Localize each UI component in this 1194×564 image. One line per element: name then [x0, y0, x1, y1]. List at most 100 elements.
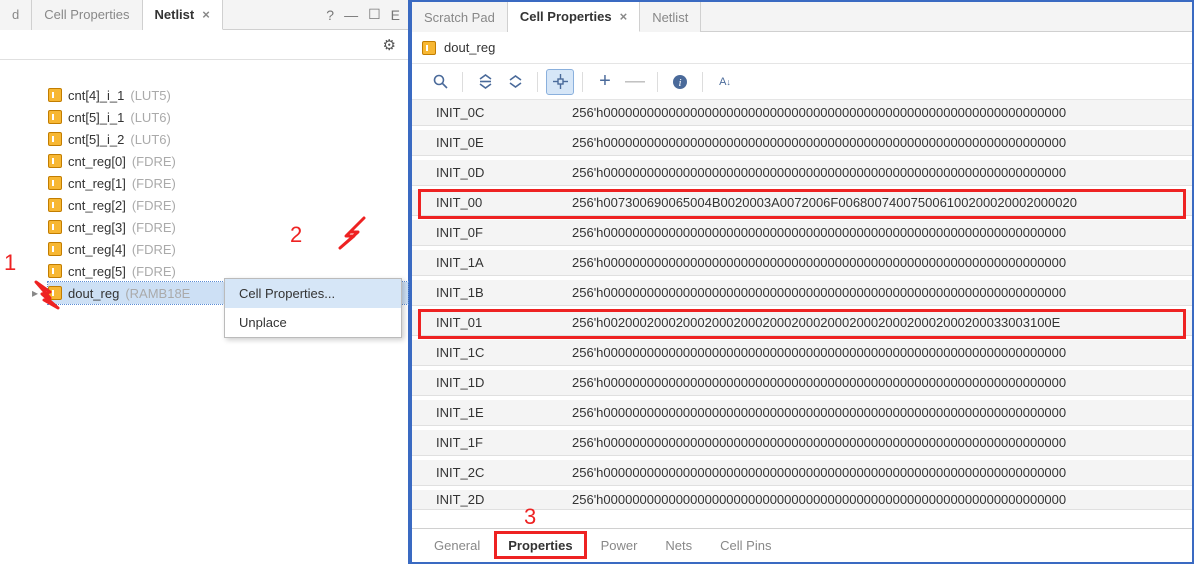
bottom-tab-general[interactable]: General: [422, 532, 492, 559]
left-tabbar: d Cell Properties Netlist × ? — ☐ E: [0, 0, 408, 30]
property-key: INIT_1C: [412, 340, 562, 366]
close-icon[interactable]: ×: [202, 7, 210, 22]
cell-icon: [48, 242, 62, 256]
property-key: INIT_00: [412, 190, 562, 216]
property-key: INIT_0D: [412, 160, 562, 186]
tab-cell-properties[interactable]: Cell Properties ×: [508, 2, 640, 32]
tree-item[interactable]: cnt[4]_i_1 (LUT5): [48, 84, 408, 106]
property-row[interactable]: INIT_00256'h007300690065004B0020003A0072…: [412, 190, 1192, 220]
menu-item-cell-properties[interactable]: Cell Properties...: [225, 279, 401, 308]
cell-icon: [48, 110, 62, 124]
maximize-icon[interactable]: ☐: [368, 6, 381, 23]
search-icon[interactable]: [426, 69, 454, 95]
cell-icon: [48, 220, 62, 234]
tree-item[interactable]: cnt[5]_i_1(LUT6): [48, 106, 408, 128]
property-row[interactable]: INIT_1C256'h0000000000000000000000000000…: [412, 340, 1192, 370]
property-row[interactable]: INIT_1A256'h0000000000000000000000000000…: [412, 250, 1192, 280]
property-key: INIT_01: [412, 310, 562, 336]
property-value[interactable]: 256'h00000000000000000000000000000000000…: [562, 130, 1192, 156]
tree-item-type: (FDRE): [132, 242, 176, 257]
collapse-all-icon[interactable]: [471, 69, 499, 95]
property-value[interactable]: 256'h00000000000000000000000000000000000…: [562, 400, 1192, 426]
property-value[interactable]: 256'h00000000000000000000000000000000000…: [562, 370, 1192, 396]
app-root: d Cell Properties Netlist × ? — ☐ E ⚙ cn…: [0, 0, 1194, 564]
divider: [582, 72, 583, 92]
property-value[interactable]: 256'h00000000000000000000000000000000000…: [562, 340, 1192, 366]
property-value[interactable]: 256'h007300690065004B0020003A0072006F006…: [562, 190, 1192, 216]
property-row[interactable]: INIT_2C256'h0000000000000000000000000000…: [412, 460, 1192, 490]
annotation-3: 3: [524, 504, 536, 528]
property-value[interactable]: 256'h00200020002000200020002000200020002…: [562, 310, 1192, 336]
tree-item-name: cnt_reg[1]: [68, 176, 126, 191]
property-row[interactable]: INIT_0D256'h0000000000000000000000000000…: [412, 160, 1192, 190]
property-row[interactable]: INIT_1E256'h0000000000000000000000000000…: [412, 400, 1192, 430]
dock-icon[interactable]: E: [391, 7, 400, 23]
tab-netlist[interactable]: Netlist: [640, 2, 701, 32]
tree-item-name: cnt_reg[3]: [68, 220, 126, 235]
cell-icon: [48, 176, 62, 190]
add-icon[interactable]: +: [591, 69, 619, 95]
annotation-1: 1: [4, 250, 16, 276]
menu-item-label: Unplace: [239, 315, 287, 330]
divider: [462, 72, 463, 92]
bottom-tab-power[interactable]: Power: [589, 532, 650, 559]
tab-scratch-pad[interactable]: Scratch Pad: [412, 2, 508, 32]
properties-table[interactable]: INIT_0C256'h0000000000000000000000000000…: [412, 100, 1192, 528]
sort-icon[interactable]: A↓: [711, 69, 739, 95]
property-value[interactable]: 256'h00000000000000000000000000000000000…: [562, 430, 1192, 456]
minimize-icon[interactable]: —: [344, 7, 358, 23]
spacer: [0, 60, 408, 80]
property-value[interactable]: 256'h00000000000000000000000000000000000…: [562, 100, 1192, 126]
right-panel: Scratch Pad Cell Properties × Netlist do…: [410, 0, 1194, 564]
property-row[interactable]: INIT_1D256'h0000000000000000000000000000…: [412, 370, 1192, 400]
cell-title: dout_reg: [444, 40, 495, 55]
property-row[interactable]: INIT_0E256'h0000000000000000000000000000…: [412, 130, 1192, 160]
menu-item-unplace[interactable]: Unplace: [225, 308, 401, 337]
properties-toolbar: + — i A↓: [412, 64, 1192, 100]
property-key: INIT_0F: [412, 220, 562, 246]
divider: [702, 72, 703, 92]
bottom-tab-nets[interactable]: Nets: [653, 532, 704, 559]
property-key: INIT_1A: [412, 250, 562, 276]
tab-cell-properties[interactable]: Cell Properties: [32, 0, 142, 30]
tab-netlist[interactable]: Netlist ×: [143, 0, 223, 30]
remove-icon[interactable]: —: [621, 69, 649, 95]
cell-icon: [48, 132, 62, 146]
property-row[interactable]: INIT_0F256'h0000000000000000000000000000…: [412, 220, 1192, 250]
property-value[interactable]: 256'h00000000000000000000000000000000000…: [562, 280, 1192, 306]
bottom-tab-properties[interactable]: Properties: [496, 532, 584, 559]
tree-item-type: (LUT5): [130, 88, 170, 103]
tab-label: d: [12, 7, 19, 22]
tree-item[interactable]: cnt_reg[0](FDRE): [48, 150, 408, 172]
tab-label: Netlist: [652, 10, 688, 25]
tree-item-type: (LUT6): [130, 132, 170, 147]
tab-truncated[interactable]: d: [0, 0, 32, 30]
tree-item[interactable]: cnt_reg[1](FDRE): [48, 172, 408, 194]
tab-label: Cell Properties: [520, 9, 612, 24]
expand-all-icon[interactable]: [501, 69, 529, 95]
property-row[interactable]: INIT_01256'h0020002000200020002000200020…: [412, 310, 1192, 340]
property-value[interactable]: 256'h00000000000000000000000000000000000…: [562, 460, 1192, 486]
property-key: INIT_1B: [412, 280, 562, 306]
property-row[interactable]: INIT_1B256'h0000000000000000000000000000…: [412, 280, 1192, 310]
gear-icon[interactable]: ⚙: [383, 36, 396, 54]
property-value[interactable]: 256'h00000000000000000000000000000000000…: [562, 160, 1192, 186]
tree-item-name: cnt[4]_i_1: [68, 88, 124, 103]
bottom-tab-cell-pins[interactable]: Cell Pins: [708, 532, 783, 559]
schematic-icon[interactable]: [546, 69, 574, 95]
left-panel: d Cell Properties Netlist × ? — ☐ E ⚙ cn…: [0, 0, 410, 564]
tree-item-name: cnt[5]_i_2: [68, 132, 124, 147]
help-icon[interactable]: ?: [326, 7, 334, 23]
context-menu: Cell Properties... Unplace: [224, 278, 402, 338]
property-row[interactable]: INIT_1F256'h0000000000000000000000000000…: [412, 430, 1192, 460]
info-icon[interactable]: i: [666, 69, 694, 95]
annotation-pointer-icon: [30, 276, 70, 316]
property-row[interactable]: INIT_0C256'h0000000000000000000000000000…: [412, 100, 1192, 130]
tree-item[interactable]: cnt[5]_i_2 (LUT6): [48, 128, 408, 150]
property-key: INIT_2D: [412, 490, 562, 510]
close-icon[interactable]: ×: [620, 9, 628, 24]
property-value[interactable]: 256'h00000000000000000000000000000000000…: [562, 250, 1192, 276]
property-value[interactable]: 256'h00000000000000000000000000000000000…: [562, 220, 1192, 246]
property-value[interactable]: 256'h00000000000000000000000000000000000…: [562, 490, 1192, 510]
property-key: INIT_0E: [412, 130, 562, 156]
